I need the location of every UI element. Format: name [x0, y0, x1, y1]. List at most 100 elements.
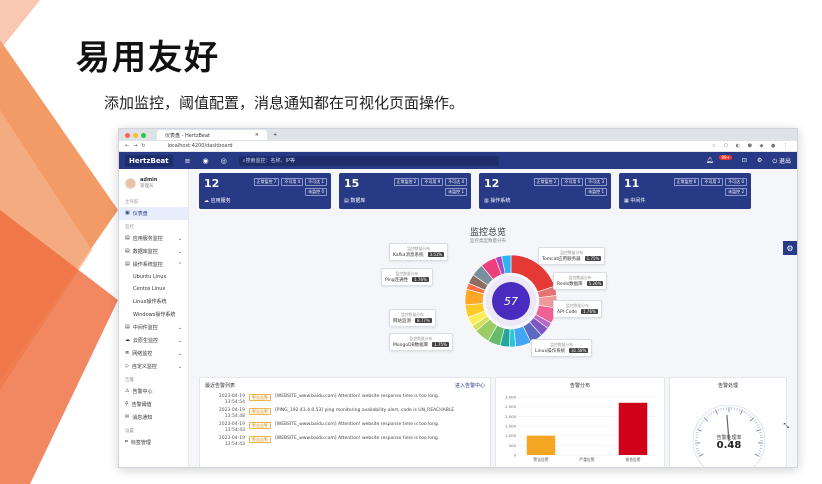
gear-icon[interactable]: ⚙ [757, 157, 762, 164]
stat-pill: 不可用 6 [561, 178, 584, 186]
gauge-tick [700, 421, 703, 424]
user-role: 管理员 [140, 184, 154, 189]
alert-distribution-panel: 告警分布 3,000 2,500 2,000 1,500 1,000 500 0 警告告警 严重… [495, 377, 665, 467]
section-main: 主导航 [125, 200, 139, 205]
app-logo[interactable]: HertzBeat [125, 154, 173, 167]
url-field[interactable]: localhost:4200/dashboard [168, 143, 233, 149]
browser-window: 仪表盘 - HertzBeat × + ← → ↻ localhost:4200/… [118, 128, 798, 468]
browser-tab[interactable]: 仪表盘 - HertzBeat × [157, 130, 267, 140]
sidebar-sub-linux[interactable]: Linux操作系统 [119, 295, 188, 308]
notify-badge: 99+ [719, 155, 732, 160]
gauge-title: 告警处理 [717, 383, 738, 389]
tooltip-linux: 监控数量分布 Linux操作系统 31.58% [531, 339, 593, 357]
menu-icon[interactable]: ≡ [185, 157, 191, 165]
main-content: 12 ☁ 应用服务 正常监控 7 不可用 4 不可达 1 未监控 0 15 ▤ 数据库… [193, 173, 791, 467]
stat-pill: 不可用 4 [281, 178, 304, 186]
forward-icon[interactable]: → [133, 143, 137, 149]
settings-float-button[interactable]: ⚙ [783, 241, 797, 255]
maximize-window-icon[interactable] [141, 132, 146, 138]
tooltip-redis: 监控数量分布 Redis数据库 5.26% [553, 272, 608, 290]
stat-pill: 正常监控 6 [673, 178, 700, 186]
gauge-tick [706, 415, 709, 418]
status-badge: 警告告警 [249, 408, 271, 415]
address-bar: ← → ↻ localhost:4200/dashboard ☆ ⬡ ◐ ⬢ ◆… [119, 141, 797, 152]
donut-center-value: 57 [504, 295, 518, 308]
recent-alerts-panel: 最近告警列表 进入告警中心 2023-04-19 13:54:54 警告告警 [WEB… [199, 377, 491, 467]
table-row[interactable]: 2023-04-19 13:54:43 警告告警 [WEBSITE_www.baid… [200, 421, 490, 435]
card-app[interactable]: 12 ☁ 应用服务 正常监控 7 不可用 4 不可达 1 未监控 0 [199, 173, 331, 209]
sidebar-item-db[interactable]: ▤ 数据库监控 ⌄ [119, 245, 188, 258]
github-icon[interactable]: ◉ [203, 157, 209, 165]
expand-icon[interactable]: ⤡ [783, 422, 789, 431]
back-icon[interactable]: ← [125, 143, 129, 149]
gauge-tick [736, 407, 738, 411]
sidebar-item-cloud[interactable]: ☁ 云原生监控 ⌄ [119, 334, 188, 347]
bar-0[interactable] [526, 435, 556, 455]
tooltip-ping: 监控数量分布 Ping连通性 1.76% [381, 268, 433, 286]
sidebar-sub-centos[interactable]: Centos Linux [119, 283, 188, 295]
gauge-tick [697, 452, 700, 455]
table-row[interactable]: 2023-04-19 13:54:43 警告告警 [WEBSITE_www.baid… [200, 435, 490, 449]
community-icon[interactable]: ◎ [221, 157, 227, 165]
gauge-tick [745, 412, 748, 415]
tooltip-apicode: 监控数量分布 API Code 1.76% [553, 300, 602, 318]
alert-bar-chart: 3,000 2,500 2,000 1,500 1,000 500 0 警告告警 严重告警 紧急告… [505, 395, 656, 462]
gauge-tick [720, 407, 722, 411]
sidebar-item-app[interactable]: ▤ 应用服务监控 ⌄ [119, 232, 188, 245]
stat-pill: 不可达 1 [305, 178, 327, 186]
middleware-icon: ▤ [125, 324, 130, 330]
y-tick-label: 0 [514, 453, 517, 458]
stat-pill: 不可用 3 [701, 178, 724, 186]
header-actions: 🔔︎ 99+ ⊡ ⚙ ⏻ 退出 [706, 155, 791, 166]
card-stats: 正常监控 2 不可用 9 不可达 4 未监控 1 [387, 178, 467, 196]
sidebar-item-alert-center[interactable]: ⚠ 告警中心 [119, 385, 188, 398]
sidebar-item-custom[interactable]: ◇ 自定义监控 ⌄ [119, 360, 188, 373]
alert-center-link[interactable]: 进入告警中心 [455, 382, 485, 389]
gauge-tick [754, 453, 760, 457]
user-panel[interactable]: admin 管理员 [119, 169, 188, 195]
tooltip-mongodb: 监控数量分布 MongoDB数据库 1.75% [389, 333, 453, 351]
bar-2[interactable] [618, 402, 648, 455]
slide-title: 易用友好 [76, 38, 220, 78]
lock-icon[interactable]: ⊡ [742, 157, 747, 164]
database-icon: ▤ [125, 248, 130, 254]
sidebar-item-os[interactable]: ▤ 操作系统监控 ⌃ [119, 258, 188, 271]
close-tab-icon[interactable]: × [255, 132, 259, 138]
gauge-tick [712, 410, 715, 414]
sidebar-sub-ubuntu[interactable]: Ubuntu Linux [119, 271, 188, 283]
cloud-icon: ☁ [125, 337, 130, 343]
minimize-window-icon[interactable] [133, 132, 138, 138]
close-window-icon[interactable] [125, 132, 130, 138]
stat-pill: 未监控 1 [585, 188, 607, 196]
gauge-tick [697, 426, 701, 429]
sidebar-item-notice[interactable]: ✉ 消息通知 [119, 411, 188, 424]
monitor-donut-chart[interactable]: 57 [461, 251, 561, 351]
sidebar-item-middleware[interactable]: ▤ 中间件监控 ⌄ [119, 321, 188, 334]
sidebar-item-network[interactable]: ≣ 网络监控 ⌄ [119, 347, 188, 360]
sidebar-item-threshold[interactable]: ⚲ 告警阈值 [119, 398, 188, 411]
card-db[interactable]: 15 ▤ 数据库 正常监控 2 不可用 9 不可达 4 未监控 1 [339, 173, 471, 209]
sidebar-item-dashboard[interactable]: ▣ 仪表盘 [119, 207, 188, 220]
card-middleware[interactable]: 11 ▦ 中间件 正常监控 6 不可用 3 不可达 0 未监控 2 [619, 173, 751, 209]
card-name: ▥ 操作系统 [484, 198, 511, 204]
stat-pill: 不可用 9 [421, 178, 444, 186]
sidebar-sub-windows[interactable]: Windows操作系统 [119, 308, 188, 321]
sidebar-item-tags[interactable]: ⌗ 标签管理 [119, 436, 188, 449]
bell-icon[interactable]: 🔔︎ [706, 157, 714, 164]
reload-icon[interactable]: ↻ [141, 143, 145, 149]
card-name: ▤ 数据库 [344, 198, 366, 204]
custom-icon: ◇ [125, 363, 129, 369]
y-tick-label: 3,000 [505, 395, 516, 400]
search-input[interactable]: ⌕ 搜索监控：名称、IP等 [238, 155, 499, 166]
card-os[interactable]: 12 ▥ 操作系统 正常监控 2 不可用 6 不可达 3 未监控 1 [479, 173, 611, 209]
logout-button[interactable]: ⏻ 退出 [772, 156, 791, 166]
new-tab-icon[interactable]: + [273, 132, 277, 138]
extension-icons[interactable]: ☆ ⬡ ◐ ⬢ ◆ ● ⋮ [712, 143, 791, 149]
gauge-tick [749, 417, 755, 422]
gauge-tick [696, 431, 699, 433]
chevron-down-icon: ⌄ [177, 337, 182, 344]
table-row[interactable]: 2023-04-19 13:54:48 警告告警 [PING_192.43.4.0.… [200, 407, 490, 421]
gauge-tick [753, 419, 756, 422]
table-row[interactable]: 2023-04-19 13:54:54 警告告警 [WEBSITE_www.baid… [200, 393, 490, 407]
gauge-tick [717, 408, 720, 412]
